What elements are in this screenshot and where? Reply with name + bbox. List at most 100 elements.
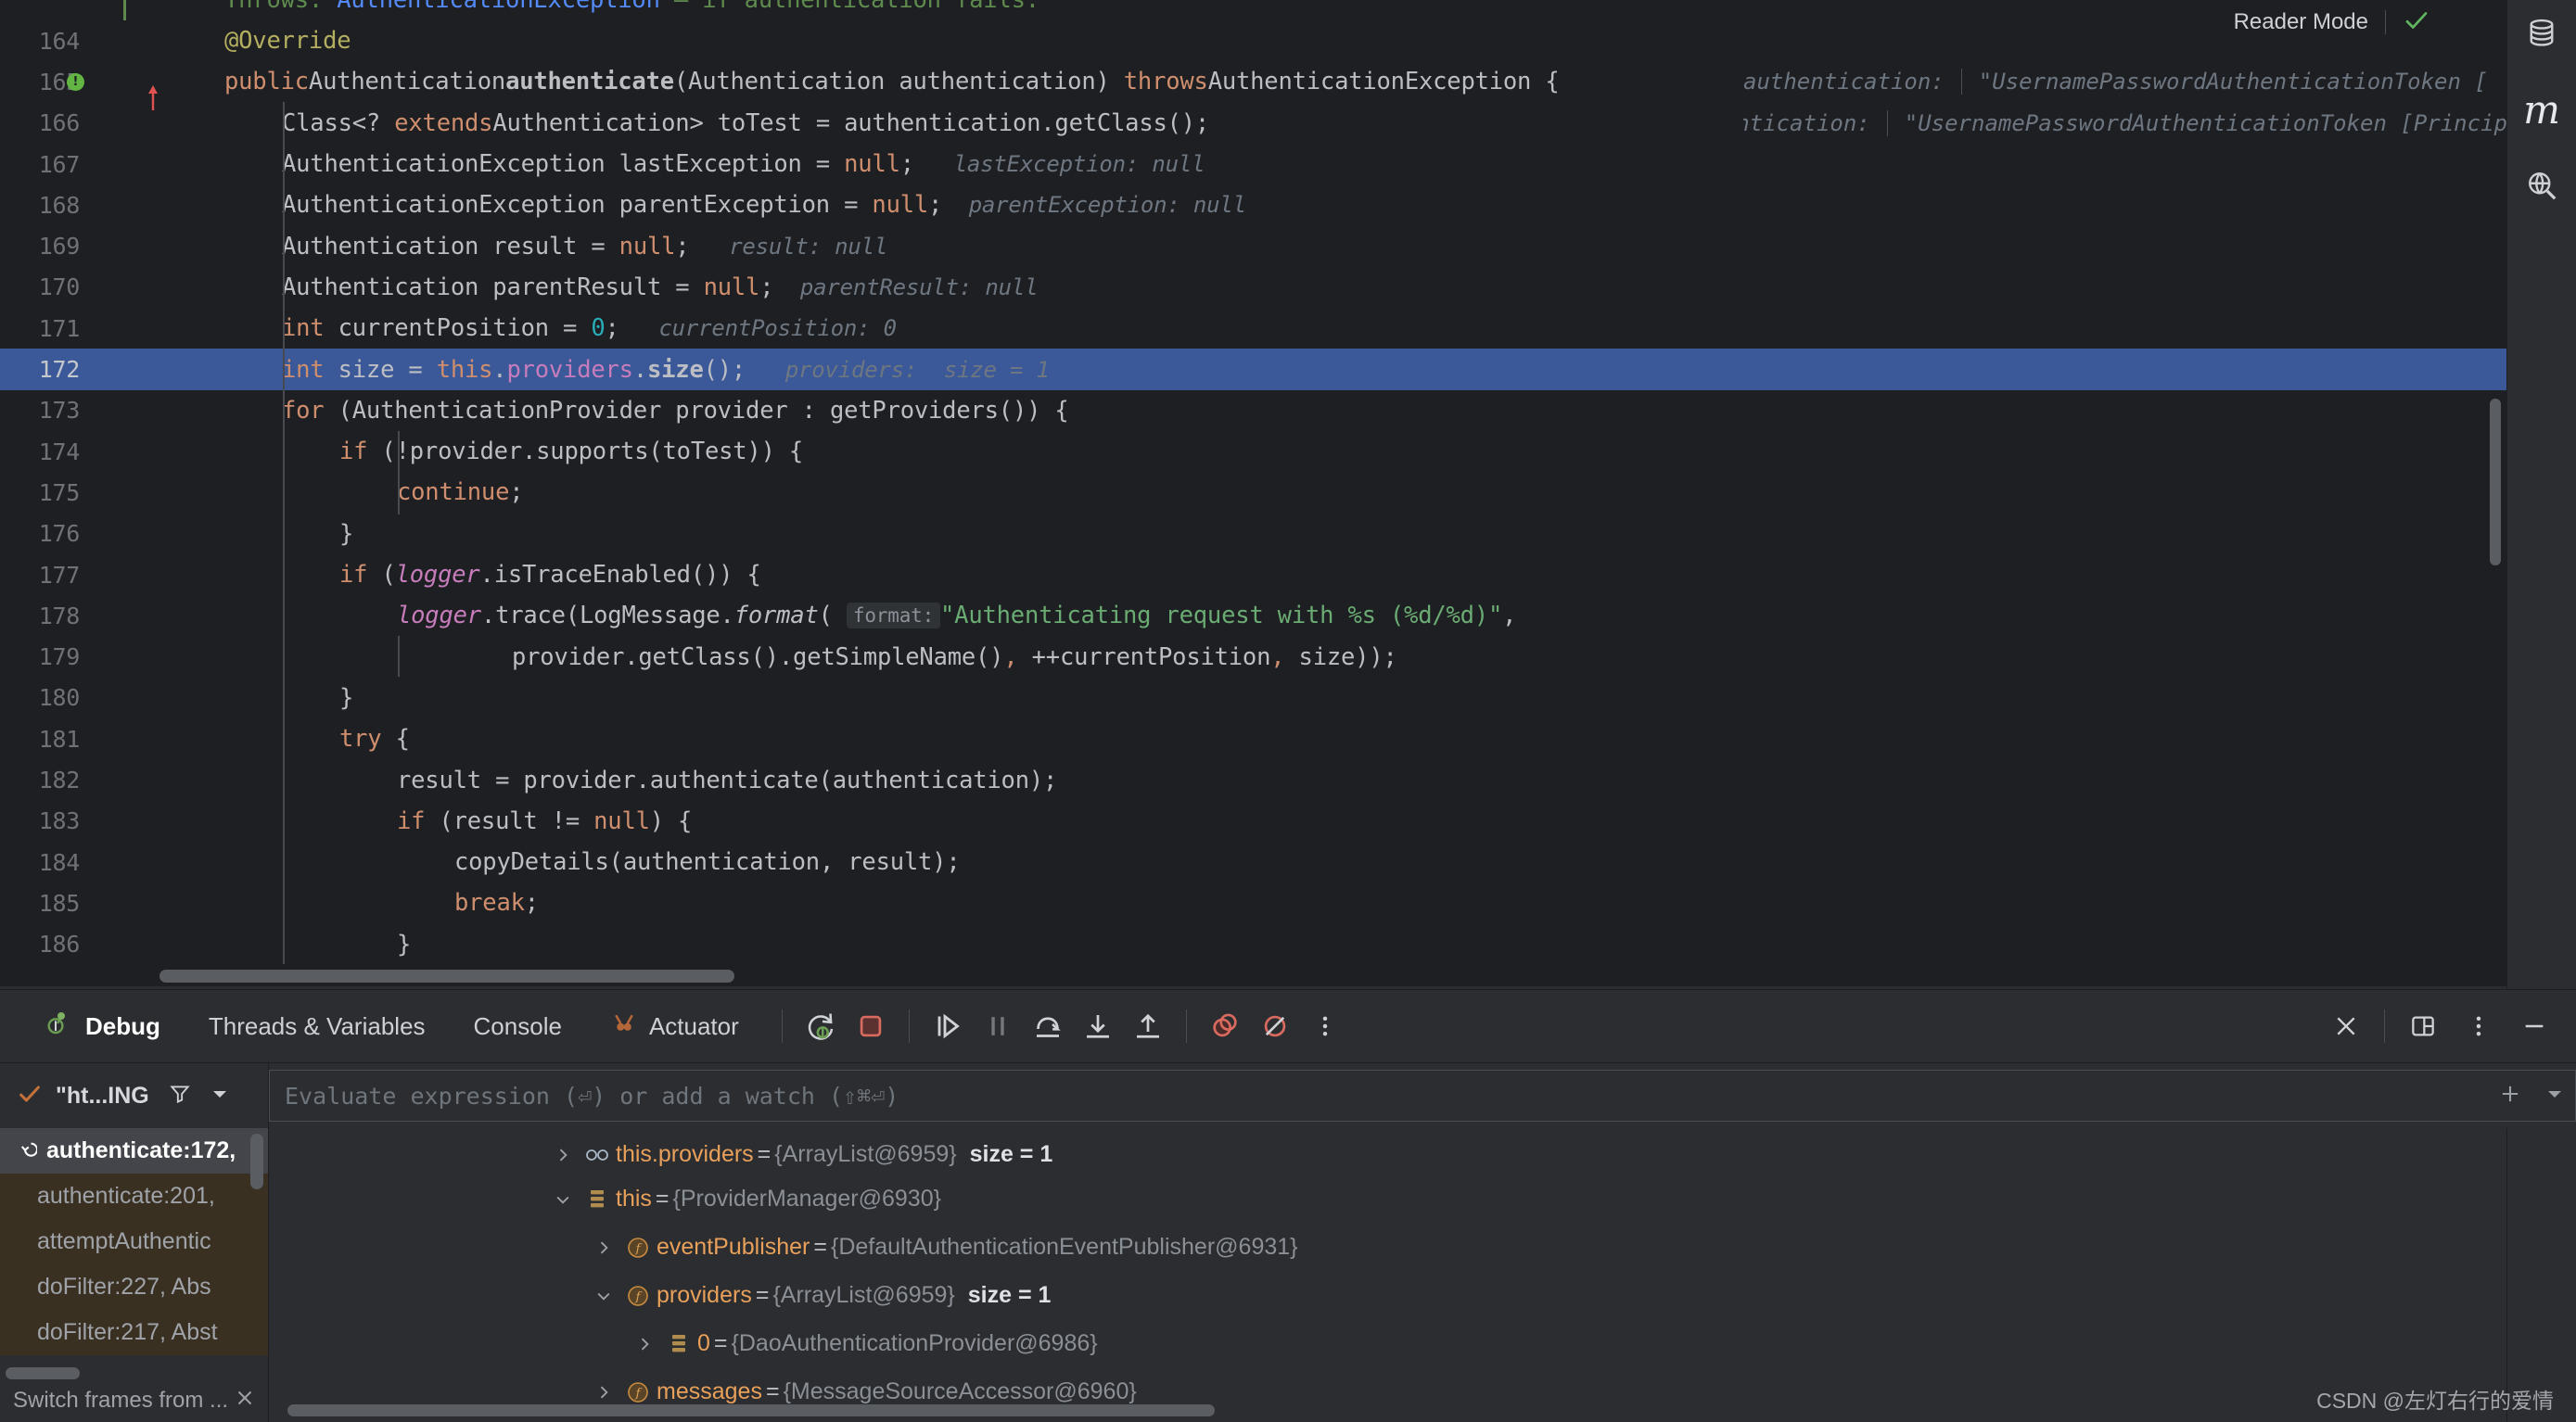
frame-row[interactable]: doFilter:217, Abst [0, 1310, 268, 1355]
gutter-167[interactable]: 167 [0, 144, 93, 184]
line-number: 178 [38, 602, 81, 629]
code-line-166: 166 Class <? extends Authentication > toTe… [0, 103, 2506, 144]
more-options-button[interactable] [1300, 1001, 1350, 1051]
gutter-176[interactable]: 176 [0, 514, 93, 554]
twisty-right-icon[interactable] [629, 1335, 660, 1353]
variable-row-eventpublisher[interactable]: f eventPublisher = {DefaultAuthenticatio… [588, 1225, 2576, 1270]
layout-settings-button[interactable] [2398, 1001, 2448, 1051]
maven-icon[interactable]: m [2521, 87, 2562, 133]
gutter-175[interactable]: 175 [0, 472, 93, 513]
variable-row-providers[interactable]: f providers = {ArrayList@6959} size = 1 [588, 1273, 2576, 1318]
code-editor[interactable]: Reader Mode Throws: AuthenticationExcept… [0, 0, 2506, 990]
variable-row-index-0[interactable]: 0 = {DaoAuthenticationProvider@6986} [629, 1321, 2576, 1366]
close-icon[interactable] [233, 1386, 257, 1416]
reader-mode-indicator[interactable]: Reader Mode [2225, 4, 2438, 41]
divider [908, 1009, 910, 1044]
check-icon [17, 1081, 43, 1111]
view-breakpoints-button[interactable] [1200, 1001, 1250, 1051]
variable-row-this-providers[interactable]: this.providers = {ArrayList@6959} size =… [547, 1132, 2576, 1177]
gutter-168[interactable]: 168 [0, 184, 93, 225]
chevron-down-icon[interactable] [209, 1083, 231, 1110]
gutter-177[interactable]: 177 [0, 554, 93, 595]
tab-threads-variables[interactable]: Threads & Variables [185, 990, 450, 1062]
twisty-down-icon[interactable] [547, 1190, 579, 1209]
gutter-icons-165[interactable]: ! [67, 68, 159, 111]
variables-panel[interactable]: this.providers = {ArrayList@6959} size =… [269, 1128, 2576, 1422]
close-button[interactable] [2321, 1001, 2371, 1051]
breakpoint-icon[interactable]: ! [67, 73, 84, 92]
variable-value: {DaoAuthenticationProvider@6986} [731, 1330, 1098, 1357]
resume-program-button[interactable] [923, 1001, 973, 1051]
twisty-right-icon[interactable] [588, 1238, 619, 1257]
divider [2385, 10, 2386, 34]
gutter-182[interactable]: 182 [0, 759, 93, 800]
mute-breakpoints-button[interactable] [1250, 1001, 1300, 1051]
frame-row[interactable]: attemptAuthentic [0, 1219, 268, 1264]
line-number: 172 [38, 356, 81, 384]
editor-horizontal-scrollbar[interactable] [93, 970, 2486, 984]
actuator-icon [610, 1009, 638, 1044]
stop-button[interactable] [846, 1001, 896, 1051]
twisty-right-icon[interactable] [547, 1146, 579, 1164]
step-into-button[interactable] [1073, 1001, 1123, 1051]
check-icon [2403, 6, 2430, 39]
line-number: 177 [38, 561, 81, 589]
gutter-178[interactable]: 178 [0, 595, 93, 636]
gutter-169[interactable]: 169 [0, 226, 93, 267]
step-out-button[interactable] [1123, 1001, 1173, 1051]
line-number: 164 [38, 27, 81, 55]
indent-guide [398, 636, 400, 677]
tab-console[interactable]: Console [450, 990, 586, 1062]
rerun-debug-button[interactable] [796, 1001, 846, 1051]
code-line-170: 170 Authentication parentResult = null; … [0, 267, 2506, 308]
gutter-172[interactable]: 172 [0, 349, 93, 390]
frame-row[interactable]: authenticate:201, [0, 1174, 268, 1219]
scrollbar-thumb[interactable] [159, 970, 734, 984]
minimize-button[interactable] [2509, 1001, 2559, 1051]
twisty-down-icon[interactable] [588, 1287, 619, 1305]
variables-horizontal-scrollbar[interactable] [287, 1404, 1215, 1416]
chevron-down-icon[interactable] [2544, 1083, 2566, 1110]
frame-row[interactable]: doFilter:227, Abs [0, 1264, 268, 1310]
database-icon[interactable] [2521, 13, 2562, 54]
options-button[interactable] [2454, 1001, 2504, 1051]
code-line-167: 167 AuthenticationException lastExceptio… [0, 144, 2506, 184]
variable-row-this[interactable]: this = {ProviderManager@6930} [547, 1176, 2576, 1222]
tab-actuator[interactable]: Actuator [586, 990, 763, 1062]
line-number: 169 [38, 233, 81, 260]
gutter-183[interactable]: 183 [0, 801, 93, 842]
inline-hint-171: currentPosition: 0 [658, 315, 897, 342]
gutter-164[interactable]: 164 [0, 20, 93, 61]
gutter-166[interactable]: 166 [0, 103, 93, 144]
gutter-179[interactable]: 179 [0, 637, 93, 678]
web-search-icon[interactable] [2521, 165, 2562, 206]
tab-debug[interactable]: Debug [20, 990, 185, 1062]
step-over-button[interactable] [1023, 1001, 1073, 1051]
gutter-170[interactable]: 170 [0, 267, 93, 308]
gutter-184[interactable]: 184 [0, 842, 93, 882]
add-watch-icon[interactable] [2497, 1081, 2523, 1111]
gutter-173[interactable]: 173 [0, 390, 93, 431]
frame-label: doFilter:217, Abst [37, 1319, 218, 1346]
gutter-186[interactable]: 186 [0, 924, 93, 965]
editor-vertical-scrollbar[interactable] [2490, 399, 2501, 565]
frames-horizontal-scrollbar[interactable] [6, 1367, 80, 1379]
filter-icon[interactable] [168, 1082, 192, 1111]
run-to-cursor-icon[interactable] [89, 68, 159, 111]
twisty-right-icon[interactable] [588, 1383, 619, 1402]
variable-name: messages [657, 1378, 762, 1405]
gutter-180[interactable]: 180 [0, 678, 93, 718]
line-number: 183 [38, 807, 81, 835]
gutter-171[interactable]: 171 [0, 308, 93, 349]
evaluate-expression-input[interactable]: Evaluate expression (⏎) or add a watch (… [269, 1070, 2576, 1123]
code-line-168: 168 AuthenticationException parentExcept… [0, 184, 2506, 225]
frames-vertical-scrollbar[interactable] [250, 1134, 263, 1190]
gutter-181[interactable]: 181 [0, 718, 93, 759]
gutter-174[interactable]: 174 [0, 431, 93, 472]
gutter-185[interactable]: 185 [0, 882, 93, 923]
frames-panel[interactable]: authenticate:172, authenticate:201, atte… [0, 1128, 269, 1422]
frame-row-selected[interactable]: authenticate:172, [0, 1128, 268, 1174]
pause-program-button[interactable] [973, 1001, 1023, 1051]
window-controls [2321, 990, 2559, 1062]
thread-selector[interactable]: "ht...ING [0, 1063, 269, 1129]
